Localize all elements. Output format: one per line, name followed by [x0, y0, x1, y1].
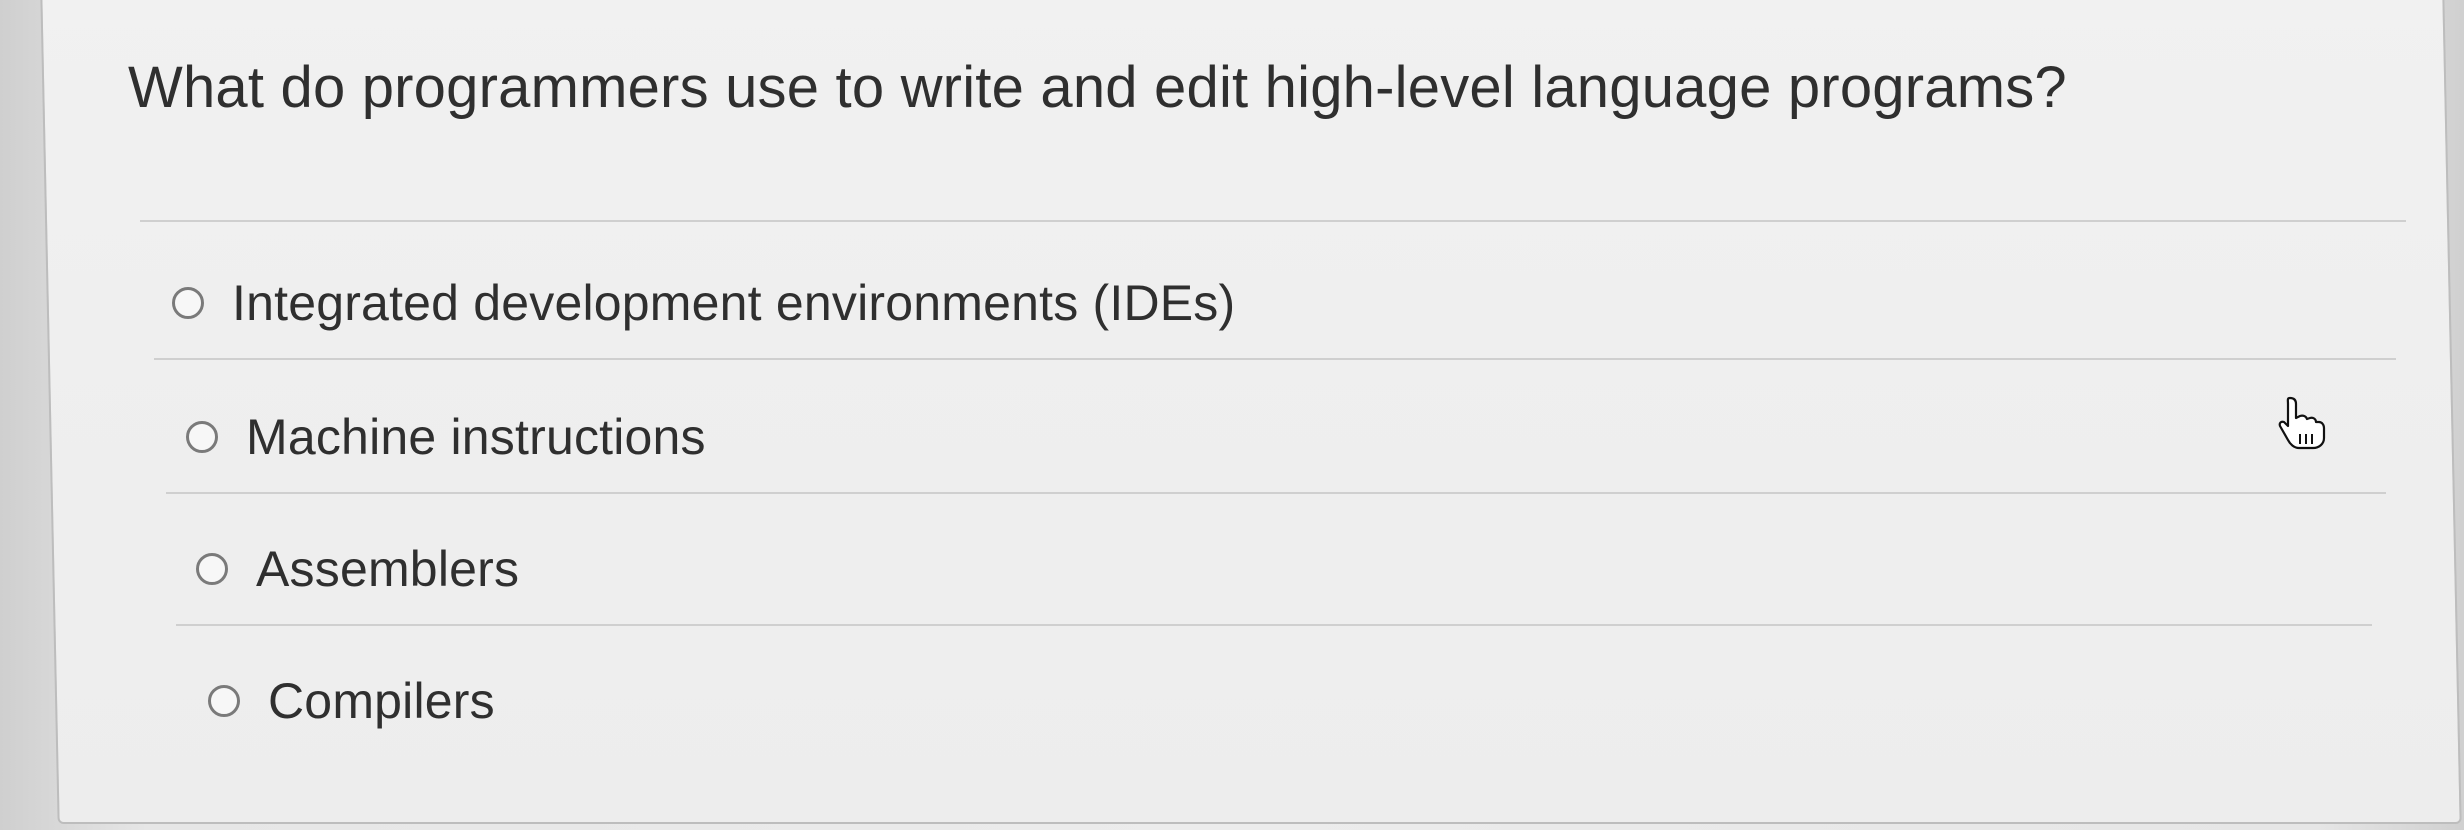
question-divider: [140, 220, 2406, 222]
option-compilers-label: Compilers: [268, 673, 495, 729]
option-assemblers-radio[interactable]: [196, 553, 228, 585]
option-machine-instructions[interactable]: Machine instructions: [186, 408, 706, 466]
option-assemblers[interactable]: Assemblers: [196, 540, 519, 598]
option-divider-2: [166, 492, 2386, 494]
option-divider-3: [176, 624, 2372, 626]
option-ides[interactable]: Integrated development environments (IDE…: [172, 274, 1235, 332]
option-compilers[interactable]: Compilers: [208, 672, 495, 730]
option-machine-instructions-radio[interactable]: [186, 421, 218, 453]
option-assemblers-label: Assemblers: [256, 541, 520, 597]
option-ides-label: Integrated development environments (IDE…: [232, 275, 1236, 331]
option-machine-instructions-label: Machine instructions: [246, 409, 706, 465]
option-divider-1: [154, 358, 2396, 360]
option-compilers-radio[interactable]: [208, 685, 240, 717]
pointing-hand-cursor-icon: [2278, 396, 2326, 450]
question-text: What do programmers use to write and edi…: [128, 55, 2067, 120]
option-ides-radio[interactable]: [172, 287, 204, 319]
